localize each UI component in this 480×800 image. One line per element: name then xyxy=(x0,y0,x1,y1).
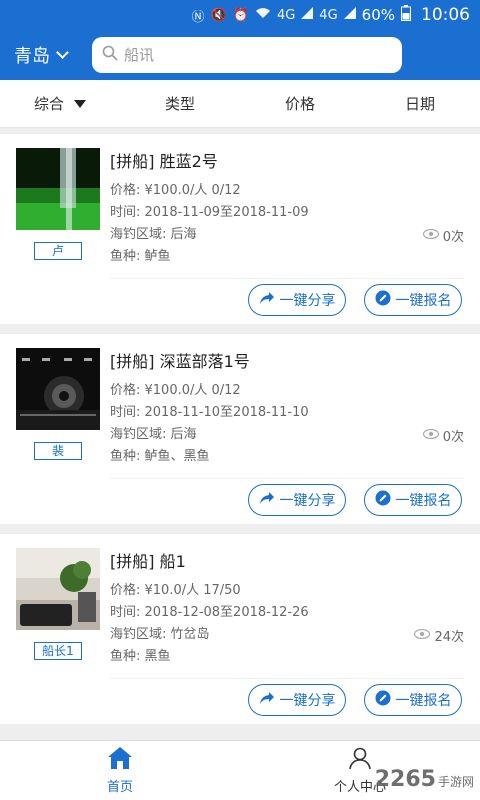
status-bar: Ⓝ 🔇 ⏰ 4G 4G 60% 10:06 xyxy=(0,0,480,30)
listing-info: [拼船] 胜蓝2号 价格: ¥100.0/人 0/12 时间: 2018-11-… xyxy=(110,148,466,268)
filter-type[interactable]: 类型 xyxy=(120,93,240,114)
alarm-icon: ⏰ xyxy=(232,7,249,23)
eye-icon xyxy=(422,428,439,443)
captain-tag: 卢 xyxy=(34,242,82,260)
listing-info: [拼船] 船1 价格: ¥10.0/人 17/50 时间: 2018-12-08… xyxy=(110,548,466,668)
filter-label: 价格 xyxy=(284,95,315,113)
captain-tag: 船长1 xyxy=(34,642,82,660)
eye-icon xyxy=(422,228,439,243)
listing-area: 海钓区域: 后海 xyxy=(110,427,197,442)
eye-icon xyxy=(414,628,431,643)
listing-thumbnail xyxy=(16,348,100,430)
listing-time: 时间: 2018-12-08至2018-12-26 xyxy=(110,605,309,620)
search-icon xyxy=(102,45,118,65)
listing-fish: 鱼种: 鲈鱼、黑鱼 xyxy=(110,449,210,464)
listing-card[interactable]: 卢 [拼船] 胜蓝2号 价格: ¥100.0/人 0/12 时间: 2018-1… xyxy=(0,134,480,324)
clock: 10:06 xyxy=(421,5,470,25)
signal-icon-b xyxy=(343,7,356,23)
user-icon xyxy=(348,746,372,774)
divider xyxy=(110,678,464,679)
view-count-value: 0次 xyxy=(442,230,464,245)
city-label: 青岛 xyxy=(14,46,50,67)
listing-price: 价格: ¥10.0/人 17/50 xyxy=(110,583,241,598)
view-count: 24次 xyxy=(414,626,464,645)
battery-percent: 60% xyxy=(361,6,395,24)
listing-fish: 鱼种: 黑鱼 xyxy=(110,649,171,664)
view-count: 0次 xyxy=(422,226,464,245)
listing-price: 价格: ¥100.0/人 0/12 xyxy=(110,183,241,198)
dropdown-triangle-icon xyxy=(74,99,86,108)
network-label-b: 4G xyxy=(319,7,338,23)
captain-tag: 裴 xyxy=(34,442,82,460)
search-box[interactable] xyxy=(92,37,402,73)
listing-time: 时间: 2018-11-10至2018-11-10 xyxy=(110,405,309,420)
listing-card[interactable]: 裴 [拼船] 深蓝部落1号 价格: ¥100.0/人 0/12 时间: 2018… xyxy=(0,334,480,524)
listing-title: [拼船] 船1 xyxy=(110,552,186,571)
share-label: 一键分享 xyxy=(279,693,336,709)
listing-title: [拼船] 深蓝部落1号 xyxy=(110,352,250,371)
view-count: 0次 xyxy=(422,426,464,445)
city-selector[interactable]: 青岛 xyxy=(14,42,92,68)
filter-bar: 综合 类型 价格 日期 xyxy=(0,80,480,128)
share-button[interactable]: 一键分享 xyxy=(248,484,346,516)
listing-thumbnail xyxy=(16,548,100,630)
share-button[interactable]: 一键分享 xyxy=(248,284,346,316)
share-label: 一键分享 xyxy=(279,293,336,309)
share-arrow-icon xyxy=(259,491,275,509)
share-arrow-icon xyxy=(259,291,275,309)
listing-card[interactable]: 船长1 [拼船] 船1 价格: ¥10.0/人 17/50 时间: 2018-1… xyxy=(0,534,480,724)
listing-fish: 鱼种: 鲈鱼 xyxy=(110,249,171,264)
signup-button[interactable]: 一键报名 xyxy=(364,484,462,516)
filter-date[interactable]: 日期 xyxy=(360,93,480,114)
filter-label: 综合 xyxy=(33,95,64,113)
network-label-a: 4G xyxy=(276,7,296,23)
listing-title: [拼船] 胜蓝2号 xyxy=(110,152,218,171)
filter-label: 类型 xyxy=(164,95,195,113)
wifi-icon xyxy=(255,7,271,23)
signal-icon-a xyxy=(301,7,314,23)
signup-label: 一键报名 xyxy=(395,493,452,509)
signup-label: 一键报名 xyxy=(395,293,452,309)
share-arrow-icon xyxy=(259,691,275,709)
listing-thumbnail xyxy=(16,148,100,230)
listing-time: 时间: 2018-11-09至2018-11-09 xyxy=(110,205,309,220)
nav-home[interactable]: 首页 xyxy=(0,741,240,800)
listing-price: 价格: ¥100.0/人 0/12 xyxy=(110,383,241,398)
nav-home-label: 首页 xyxy=(106,780,133,795)
watermark-site: 手游网 xyxy=(437,775,474,789)
signup-label: 一键报名 xyxy=(395,693,452,709)
mute-icon: 🔇 xyxy=(210,7,227,23)
signup-button[interactable]: 一键报名 xyxy=(364,684,462,716)
share-button[interactable]: 一键分享 xyxy=(248,684,346,716)
listing-area: 海钓区域: 竹岔岛 xyxy=(110,627,210,642)
search-input[interactable] xyxy=(124,46,384,64)
edit-pencil-icon xyxy=(375,690,391,710)
watermark-number: 2265 xyxy=(374,767,436,792)
listing-area: 海钓区域: 后海 xyxy=(110,227,197,242)
listing-list: 卢 [拼船] 胜蓝2号 价格: ¥100.0/人 0/12 时间: 2018-1… xyxy=(0,128,480,740)
divider xyxy=(110,478,464,479)
filter-price[interactable]: 价格 xyxy=(240,93,360,114)
battery-icon xyxy=(401,5,411,25)
home-icon xyxy=(107,746,133,774)
listing-info: [拼船] 深蓝部落1号 价格: ¥100.0/人 0/12 时间: 2018-1… xyxy=(110,348,466,468)
chevron-down-icon xyxy=(56,46,69,59)
edit-pencil-icon xyxy=(375,290,391,310)
watermark-logo: 2265 手游网 xyxy=(375,767,474,792)
filter-comprehensive[interactable]: 综合 xyxy=(0,93,120,114)
filter-label: 日期 xyxy=(404,95,435,113)
edit-pencil-icon xyxy=(375,490,391,510)
signup-button[interactable]: 一键报名 xyxy=(364,284,462,316)
bottom-nav: 首页 个人中心 2265 手游网 xyxy=(0,740,480,800)
view-count-value: 0次 xyxy=(442,430,464,445)
divider xyxy=(110,278,464,279)
share-label: 一键分享 xyxy=(279,493,336,509)
nfc-icon: Ⓝ xyxy=(191,9,205,25)
header: 青岛 xyxy=(0,30,480,80)
view-count-value: 24次 xyxy=(434,630,464,645)
